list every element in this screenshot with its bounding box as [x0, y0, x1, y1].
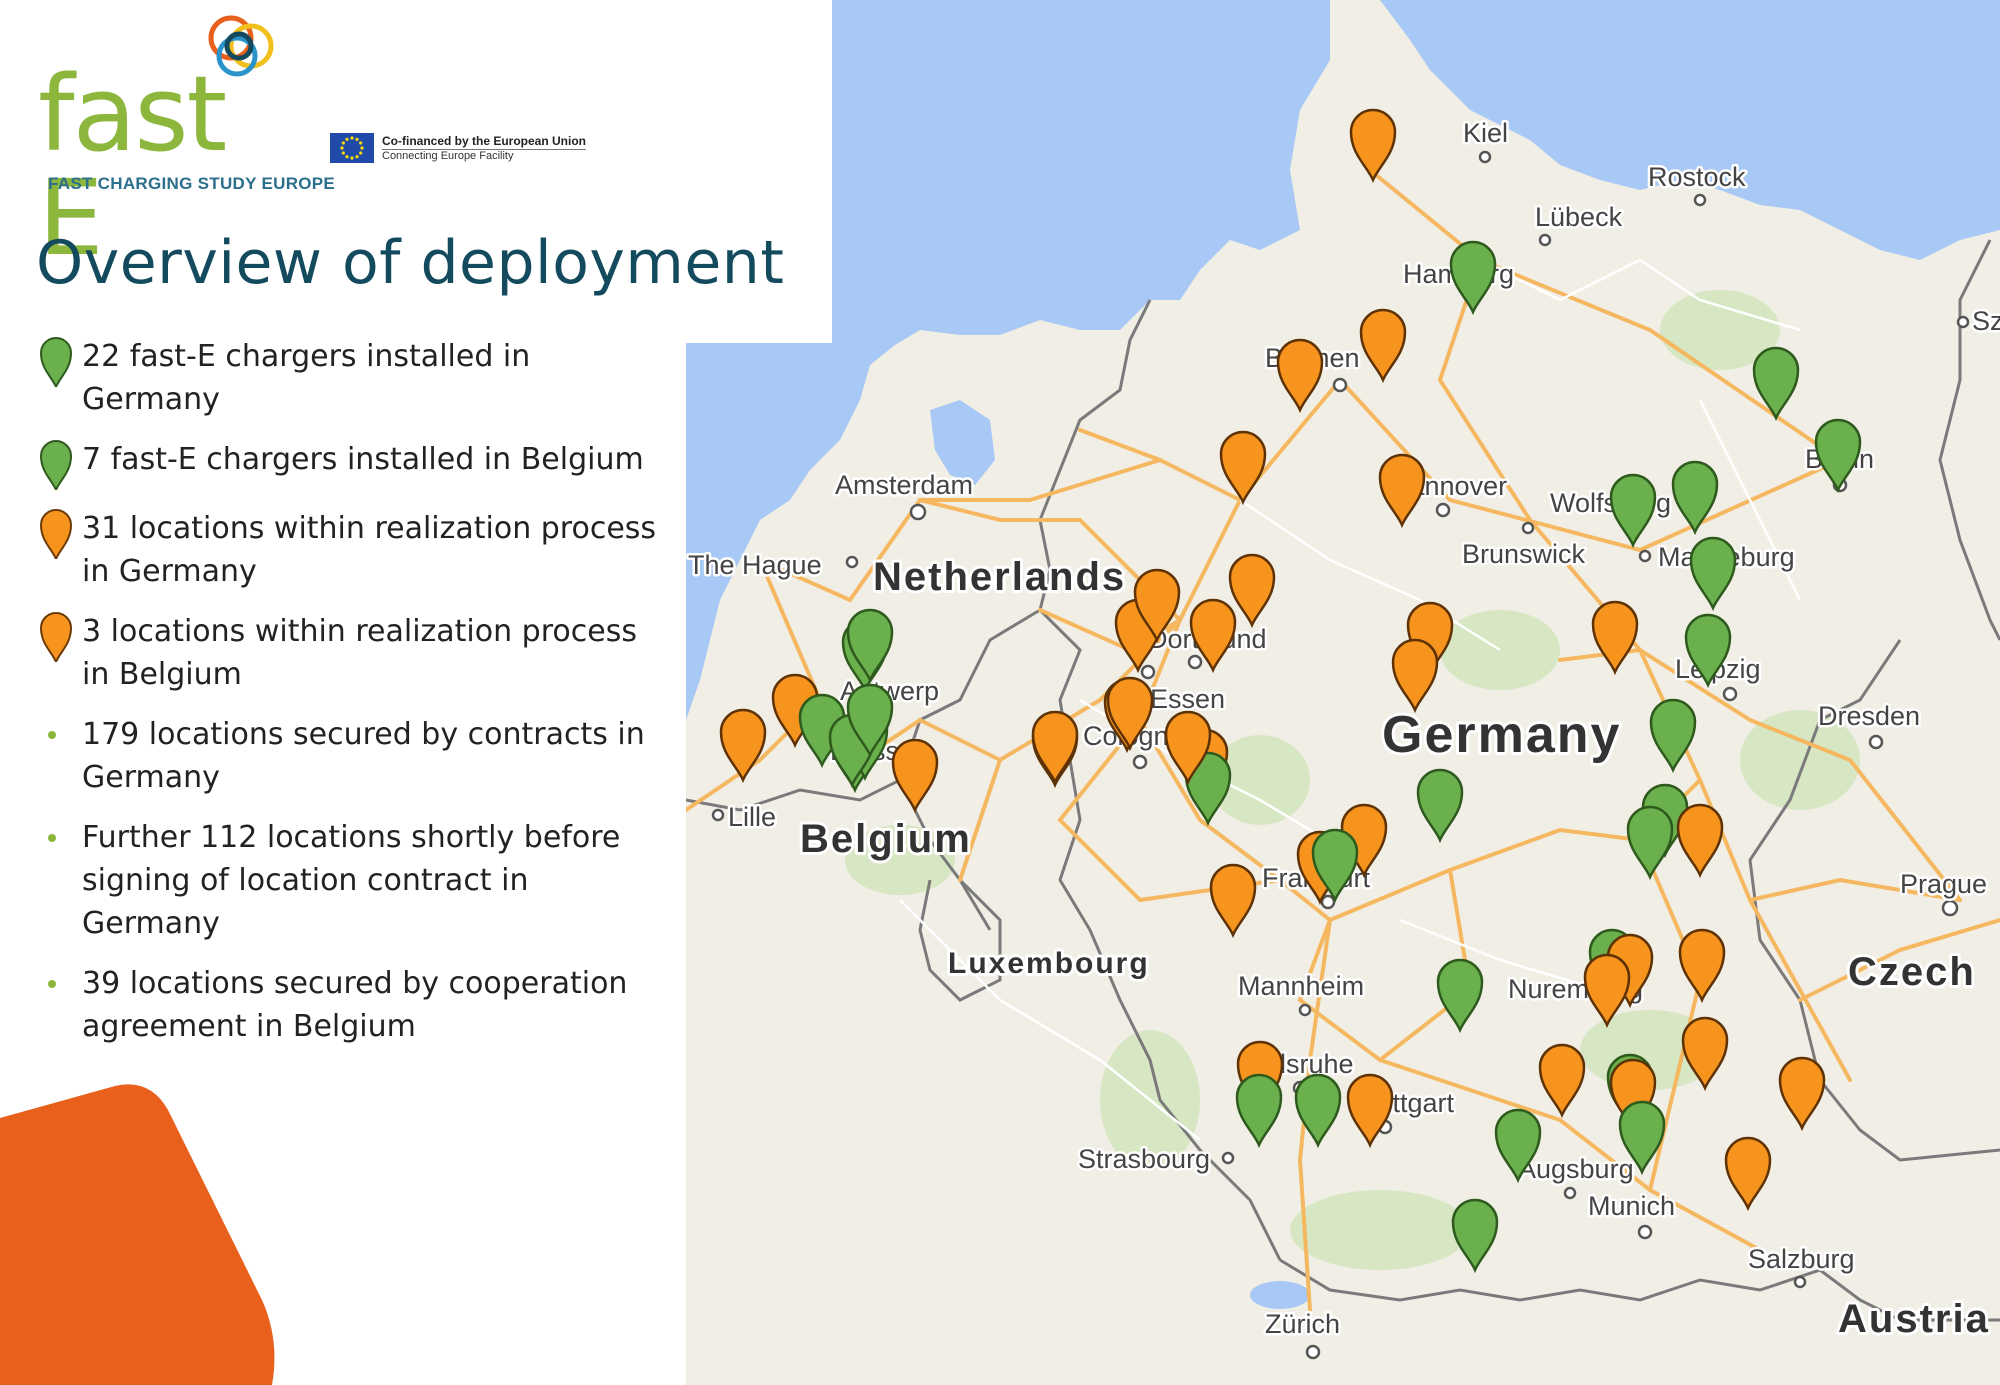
city-label: Zürich: [1265, 1309, 1340, 1339]
city-label: Munich: [1588, 1191, 1675, 1221]
green-marker-icon: [40, 440, 72, 490]
legend-text: 31 locations within realization process …: [82, 511, 657, 589]
legend-item: 7 fast-E chargers installed in Belgium: [40, 438, 670, 490]
legend-text: Further 112 locations shortly before sig…: [82, 820, 621, 941]
city-label: Szczecin: [1972, 306, 2000, 336]
legend-text: 22 fast-E chargers installed in Germany: [82, 339, 531, 417]
bullet-dot-icon: [48, 834, 56, 842]
country-label-luxembourg: Luxembourg: [948, 947, 1150, 980]
page-title: Overview of deployment: [36, 228, 785, 298]
lake: [1250, 1281, 1310, 1309]
city-label: Essen: [1150, 684, 1225, 714]
legend-item: 3 locations within realization process i…: [40, 610, 670, 696]
country-label-germany: Germany: [1382, 706, 1621, 764]
legend-text: 39 locations secured by cooperation agre…: [82, 966, 628, 1044]
legend-item: 39 locations secured by cooperation agre…: [40, 962, 670, 1048]
legend-text: 3 locations within realization process i…: [82, 614, 637, 692]
bullet-dot-icon: [48, 980, 56, 988]
fast-e-logo: fast E FAST CHARGING STUDY EUROPE: [38, 8, 335, 270]
city-label: Augsburg: [1518, 1154, 1634, 1184]
country-label-belgium: Belgium: [800, 817, 972, 861]
city-label: Strasbourg: [1078, 1144, 1210, 1174]
eu-line1: Co-financed by the European Union: [382, 134, 587, 150]
orange-decoration: [0, 1084, 275, 1385]
city-label: Mannheim: [1238, 971, 1364, 1001]
country-label-austria: Austria: [1838, 1297, 1990, 1341]
legend-item: Further 112 locations shortly before sig…: [40, 816, 670, 945]
orange-marker-icon: [40, 509, 72, 559]
city-label: Kiel: [1463, 118, 1508, 148]
legend-text: 179 locations secured by contracts in Ge…: [82, 717, 645, 795]
city-label: Rostock: [1648, 162, 1746, 192]
legend-text: 7 fast-E chargers installed in Belgium: [82, 442, 644, 477]
city-label: Dresden: [1818, 701, 1920, 731]
eu-text: Co-financed by the European Union Connec…: [382, 134, 587, 162]
city-label: Prague: [1900, 869, 1987, 899]
orange-marker-icon: [40, 612, 72, 662]
legend-item: 179 locations secured by contracts in Ge…: [40, 713, 670, 799]
legend-list: 22 fast-E chargers installed in Germany …: [40, 335, 670, 1065]
city-label: Brunswick: [1462, 539, 1586, 569]
country-label-czech: Czech: [1848, 950, 1976, 994]
logo-tagline: FAST CHARGING STUDY EUROPE: [48, 174, 336, 193]
green-marker-icon: [40, 337, 72, 387]
country-label-netherlands: Netherlands: [873, 555, 1126, 599]
eu-line2: Connecting Europe Facility: [382, 150, 514, 162]
eu-flag-icon: [330, 133, 374, 163]
city-label: Lübeck: [1535, 202, 1623, 232]
legend-item: 22 fast-E chargers installed in Germany: [40, 335, 670, 421]
bullet-dot-icon: [48, 731, 56, 739]
city-label: Amsterdam: [835, 470, 973, 500]
city-label: The Hague: [688, 550, 822, 580]
city-label: Salzburg: [1748, 1244, 1855, 1274]
legend-item: 31 locations within realization process …: [40, 507, 670, 593]
city-label: Lille: [728, 802, 776, 832]
eu-cofinance-badge: Co-financed by the European Union Connec…: [330, 132, 587, 164]
